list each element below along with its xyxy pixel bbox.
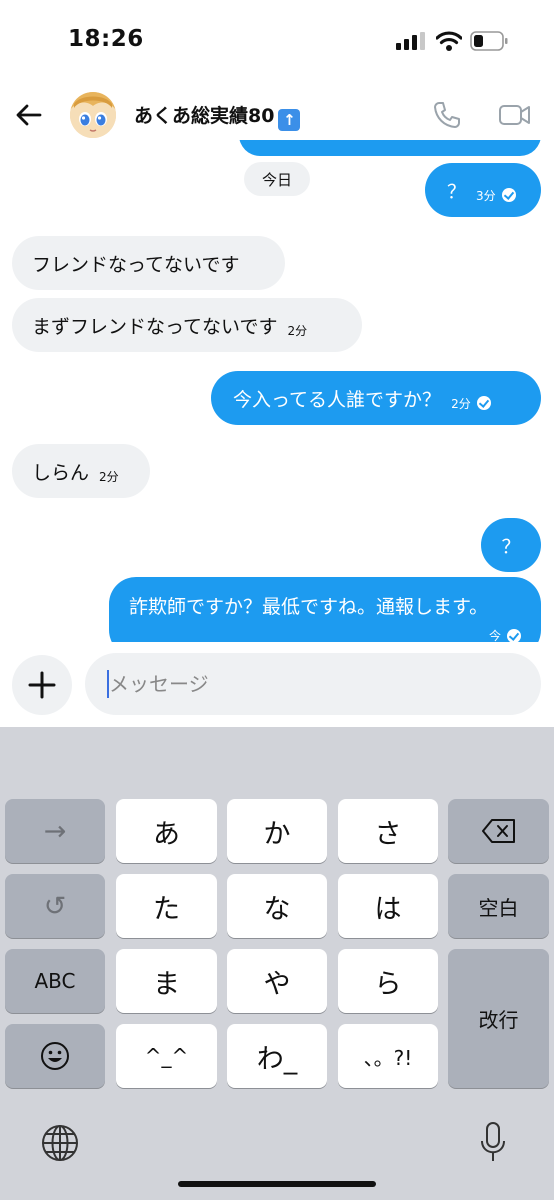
message-text: ？ [447, 180, 467, 203]
space-key[interactable]: 空白 [448, 874, 549, 938]
return-key[interactable]: 改行 [448, 949, 549, 1088]
key-wa[interactable]: わ_ [227, 1024, 327, 1088]
key-sa[interactable]: さ [338, 799, 438, 863]
kaomoji-key[interactable]: ^_^ [116, 1024, 217, 1088]
key-ya[interactable]: や [227, 949, 327, 1013]
message-bubble-outgoing[interactable]: ？ [481, 518, 541, 572]
home-indicator [178, 1181, 376, 1187]
emoji-key[interactable] [5, 1024, 105, 1088]
read-check-icon [501, 188, 516, 202]
up-arrow-icon: ↑ [278, 109, 301, 131]
contact-name-text: あくあ総実績80 [134, 105, 275, 127]
message-text: しらん [32, 461, 90, 484]
plus-icon [28, 671, 56, 699]
contact-name[interactable]: あくあ総実績80 ↑ [134, 101, 301, 131]
key-ma[interactable]: ま [116, 949, 217, 1013]
undo-key[interactable]: ↺ [5, 874, 105, 938]
key-ra[interactable]: ら [338, 949, 438, 1013]
message-list[interactable]: 今日 ？ 3分 フレンドなってないです まずフレンドなってないです 2分 今入っ… [0, 140, 554, 642]
message-timestamp: 2分 [287, 323, 308, 338]
key-a[interactable]: あ [116, 799, 217, 863]
phone-call-icon[interactable] [432, 100, 462, 130]
next-candidate-key[interactable]: → [5, 799, 105, 863]
message-text: 詐欺師ですか？最低ですね。通報します。 [129, 596, 489, 618]
back-arrow-icon[interactable] [14, 100, 44, 130]
smiley-icon [41, 1042, 69, 1070]
video-call-icon[interactable] [498, 101, 532, 129]
date-divider: 今日 [244, 162, 310, 196]
key-na[interactable]: な [227, 874, 327, 938]
wifi-icon [436, 31, 462, 51]
message-timestamp: 今 [488, 629, 501, 642]
add-attachment-button[interactable] [12, 655, 72, 715]
message-bubble-outgoing[interactable]: 詐欺師ですか？最低ですね。通報します。 今 [109, 577, 541, 642]
read-check-icon [507, 628, 521, 642]
message-input[interactable] [85, 653, 541, 715]
battery-icon [470, 31, 508, 51]
message-text: 今入ってる人誰ですか？ [233, 388, 442, 411]
delete-key[interactable] [448, 799, 549, 863]
message-bubble-incoming[interactable]: まずフレンドなってないです 2分 [12, 298, 362, 352]
message-bubble-partial[interactable] [239, 140, 541, 156]
message-bubble-incoming[interactable]: しらん 2分 [12, 444, 150, 498]
message-bubble-outgoing[interactable]: ？ 3分 [425, 163, 541, 217]
keyboard: → あ か さ ↺ た な は 空白 ABC ま や ら 改行 ^_^ わ_ 、… [0, 727, 554, 1200]
read-check-icon [476, 396, 491, 410]
microphone-icon[interactable] [479, 1121, 507, 1163]
message-text: フレンドなってないです [32, 253, 240, 276]
abc-key[interactable]: ABC [5, 949, 105, 1013]
message-timestamp: 3分 [476, 188, 496, 203]
text-cursor [107, 670, 109, 698]
message-text: まずフレンドなってないです [32, 315, 278, 338]
key-ka[interactable]: か [227, 799, 327, 863]
punctuation-key[interactable]: 、。?! [338, 1024, 438, 1088]
avatar[interactable] [70, 92, 116, 138]
message-timestamp: 2分 [451, 396, 471, 411]
cellular-signal-icon [396, 32, 425, 50]
message-bubble-incoming[interactable]: フレンドなってないです [12, 236, 285, 290]
backspace-icon [481, 819, 515, 843]
globe-icon[interactable] [40, 1123, 80, 1163]
key-ha[interactable]: は [338, 874, 438, 938]
message-timestamp: 2分 [99, 469, 119, 484]
message-bubble-outgoing[interactable]: 今入ってる人誰ですか？ 2分 [211, 371, 541, 425]
key-ta[interactable]: た [116, 874, 217, 938]
status-time: 18:26 [68, 26, 144, 52]
message-text: ？ [501, 535, 521, 558]
